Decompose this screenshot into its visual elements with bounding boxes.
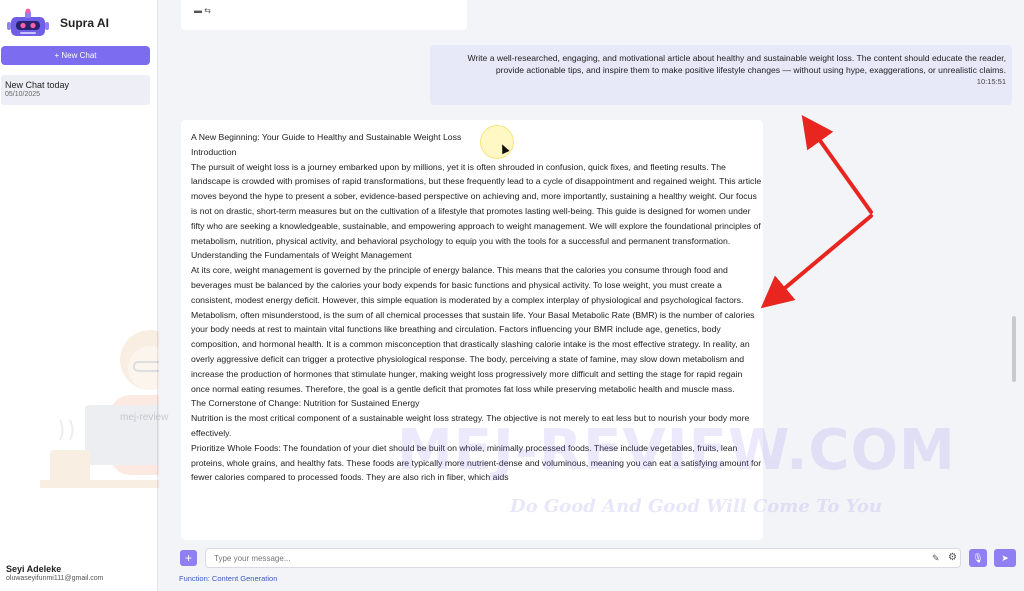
- gear-icon[interactable]: ⚙: [948, 552, 957, 563]
- microphone-button[interactable]: 🎙: [969, 549, 987, 567]
- previous-message-card: ▬ ⇆: [181, 0, 467, 30]
- app-title: Supra AI: [60, 16, 109, 30]
- user-message-text: Write a well-researched, engaging, and m…: [467, 53, 1006, 75]
- annotation-arrow-up: [801, 114, 873, 214]
- response-heading: Introduction: [191, 146, 237, 157]
- response-title: A New Beginning: Your Guide to Healthy a…: [191, 132, 462, 142]
- send-button[interactable]: ➤: [994, 549, 1016, 567]
- response-paragraph: Nutrition is the most critical component…: [191, 413, 750, 438]
- function-label: Function: Content Generation: [179, 574, 278, 583]
- user-message-time: 10:15:51: [976, 77, 1006, 86]
- composer: + ✎ ⚙ 🎙 ➤: [159, 544, 1024, 574]
- sidebar: Supra AI + New Chat New Chat today 05/10…: [0, 0, 158, 591]
- annotation-arrow-down: [760, 214, 873, 309]
- response-paragraph: Metabolism, often misunderstood, is the …: [191, 309, 755, 394]
- chat-item-title: New Chat today: [5, 80, 70, 90]
- robot-logo-icon: [7, 8, 49, 36]
- user-name: Seyi Adeleke: [6, 564, 62, 574]
- response-paragraph: At its core, weight management is govern…: [191, 265, 744, 305]
- chat-main: ▬ ⇆ Write a well-researched, engaging, a…: [159, 0, 1024, 591]
- new-chat-button[interactable]: + New Chat: [1, 46, 150, 65]
- response-heading: Understanding the Fundamentals of Weight…: [191, 250, 412, 261]
- user-profile[interactable]: Seyi Adeleke oluwaseyifunmi111@gmail.com: [6, 564, 104, 582]
- user-message-bubble: Write a well-researched, engaging, and m…: [430, 45, 1012, 105]
- chat-item-date: 05/10/2025: [5, 91, 41, 98]
- assistant-response: A New Beginning: Your Guide to Healthy a…: [181, 120, 763, 540]
- brand[interactable]: Supra AI: [6, 8, 109, 38]
- chat-history-item[interactable]: New Chat today 05/10/2025: [1, 75, 150, 105]
- cursor-highlight: [480, 125, 514, 159]
- message-actions-icon[interactable]: ▬ ⇆: [194, 6, 211, 15]
- response-paragraph: The pursuit of weight loss is a journey …: [191, 161, 762, 246]
- user-email: oluwaseyifunmi111@gmail.com: [6, 575, 104, 582]
- response-paragraph: Prioritize Whole Foods: The foundation o…: [191, 442, 762, 483]
- message-input[interactable]: [205, 548, 961, 568]
- scrollbar-thumb[interactable]: [1012, 316, 1016, 382]
- response-heading: The Cornerstone of Change: Nutrition for…: [191, 398, 420, 409]
- paperclip-icon[interactable]: ✎: [932, 553, 940, 564]
- attach-plus-button[interactable]: +: [180, 550, 197, 566]
